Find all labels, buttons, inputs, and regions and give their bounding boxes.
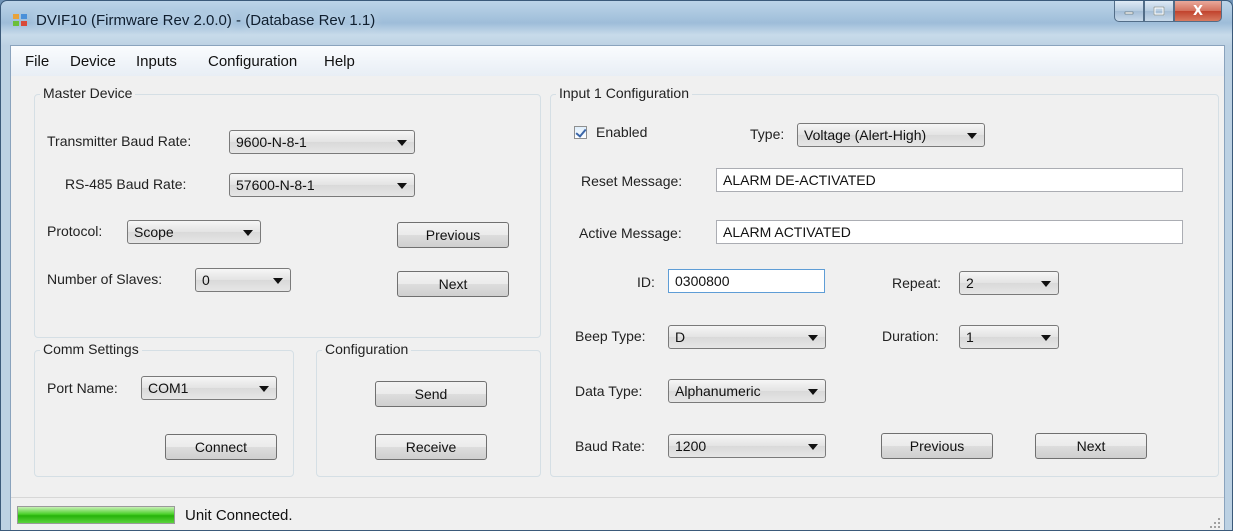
id-input[interactable]: 0300800: [668, 269, 825, 293]
receive-button[interactable]: Receive: [375, 434, 487, 460]
minimize-button[interactable]: [1114, 1, 1144, 22]
menu-device[interactable]: Device: [70, 53, 116, 70]
input-configuration-title: Input 1 Configuration: [556, 85, 692, 101]
window-title: DVIF10 (Firmware Rev 2.0.0) - (Database …: [36, 12, 376, 29]
duration-label: Duration:: [882, 328, 939, 344]
connect-button[interactable]: Connect: [165, 434, 277, 460]
minimize-icon: [1124, 11, 1134, 15]
menu-configuration[interactable]: Configuration: [208, 53, 297, 70]
protocol-label: Protocol:: [47, 223, 103, 239]
beep-type-value: D: [675, 329, 686, 345]
id-label: ID:: [637, 274, 655, 290]
chevron-down-icon: [259, 386, 269, 392]
repeat-value: 2: [966, 275, 974, 291]
chevron-down-icon: [1041, 335, 1051, 341]
rs485-baud-value: 57600-N-8-1: [236, 177, 315, 193]
configuration-group: Configuration Send Receive: [316, 341, 541, 477]
master-previous-button[interactable]: Previous: [397, 222, 509, 248]
input-next-button[interactable]: Next: [1035, 433, 1147, 459]
reset-message-input[interactable]: ALARM DE-ACTIVATED: [716, 168, 1183, 192]
data-type-label: Data Type:: [575, 383, 643, 399]
chevron-down-icon: [967, 133, 977, 139]
maximize-button[interactable]: [1144, 1, 1174, 22]
master-device-title: Master Device: [40, 85, 136, 101]
transmitter-baud-value: 9600-N-8-1: [236, 134, 307, 150]
data-type-select[interactable]: Alphanumeric: [668, 379, 826, 403]
menu-help[interactable]: Help: [324, 53, 355, 70]
app-icon[interactable]: [13, 14, 29, 28]
comm-settings-title: Comm Settings: [40, 341, 142, 357]
protocol-value: Scope: [134, 224, 174, 240]
send-button[interactable]: Send: [375, 381, 487, 407]
status-bar: Unit Connected.: [11, 497, 1224, 530]
client-area: File Device Inputs Configuration Help Ma…: [10, 45, 1225, 530]
title-bar[interactable]: DVIF10 (Firmware Rev 2.0.0) - (Database …: [1, 1, 1232, 45]
master-next-button[interactable]: Next: [397, 271, 509, 297]
baud-rate-select[interactable]: 1200: [668, 434, 826, 458]
protocol-select[interactable]: Scope: [127, 220, 261, 244]
rs485-baud-label: RS-485 Baud Rate:: [65, 176, 187, 192]
chevron-down-icon: [273, 278, 283, 284]
active-message-input[interactable]: ALARM ACTIVATED: [716, 220, 1183, 244]
repeat-label: Repeat:: [892, 275, 942, 291]
chevron-down-icon: [243, 230, 253, 236]
connection-progress-bar: [17, 506, 175, 524]
input-configuration-group: Input 1 Configuration Enabled Type: Volt…: [550, 85, 1219, 477]
resize-grip-icon[interactable]: [1209, 517, 1221, 529]
menu-bar: File Device Inputs Configuration Help: [11, 46, 1224, 76]
port-name-value: COM1: [148, 380, 189, 396]
status-text: Unit Connected.: [185, 507, 293, 524]
transmitter-baud-label: Transmitter Baud Rate:: [47, 133, 192, 149]
chevron-down-icon: [808, 335, 818, 341]
type-value: Voltage (Alert-High): [804, 127, 927, 143]
duration-value: 1: [966, 329, 974, 345]
maximize-icon: [1153, 6, 1165, 16]
menu-inputs[interactable]: Inputs: [136, 53, 177, 70]
chevron-down-icon: [397, 140, 407, 146]
active-message-label: Active Message:: [579, 225, 682, 241]
chevron-down-icon: [808, 444, 818, 450]
baud-rate-value: 1200: [675, 438, 707, 454]
slaves-label: Number of Slaves:: [47, 271, 163, 287]
enabled-checkbox[interactable]: [574, 126, 587, 139]
rs485-baud-select[interactable]: 57600-N-8-1: [229, 173, 415, 197]
comm-settings-group: Comm Settings Port Name: COM1 Connect: [34, 341, 294, 477]
slaves-value: 0: [202, 272, 210, 288]
checkmark-icon: [575, 126, 587, 138]
enabled-label[interactable]: Enabled: [596, 124, 647, 140]
chevron-down-icon: [808, 389, 818, 395]
port-name-label: Port Name:: [47, 380, 118, 396]
close-icon: X: [1192, 3, 1204, 19]
data-type-value: Alphanumeric: [675, 383, 761, 399]
type-label: Type:: [750, 126, 785, 142]
duration-select[interactable]: 1: [959, 325, 1059, 349]
beep-type-select[interactable]: D: [668, 325, 826, 349]
chevron-down-icon: [1041, 281, 1051, 287]
caption-buttons: X: [1114, 1, 1222, 23]
type-select[interactable]: Voltage (Alert-High): [797, 123, 985, 147]
chevron-down-icon: [397, 183, 407, 189]
menu-file[interactable]: File: [25, 53, 49, 70]
beep-type-label: Beep Type:: [575, 328, 646, 344]
master-device-group: Master Device Transmitter Baud Rate: 960…: [34, 85, 541, 338]
input-previous-button[interactable]: Previous: [881, 433, 993, 459]
baud-rate-label: Baud Rate:: [575, 438, 646, 454]
slaves-select[interactable]: 0: [195, 268, 291, 292]
close-button[interactable]: X: [1174, 1, 1222, 22]
progress-fill: [18, 507, 174, 523]
reset-message-label: Reset Message:: [581, 173, 683, 189]
configuration-title: Configuration: [322, 341, 412, 357]
app-window: DVIF10 (Firmware Rev 2.0.0) - (Database …: [0, 0, 1233, 531]
port-name-select[interactable]: COM1: [141, 376, 277, 400]
repeat-select[interactable]: 2: [959, 271, 1059, 295]
transmitter-baud-select[interactable]: 9600-N-8-1: [229, 130, 415, 154]
